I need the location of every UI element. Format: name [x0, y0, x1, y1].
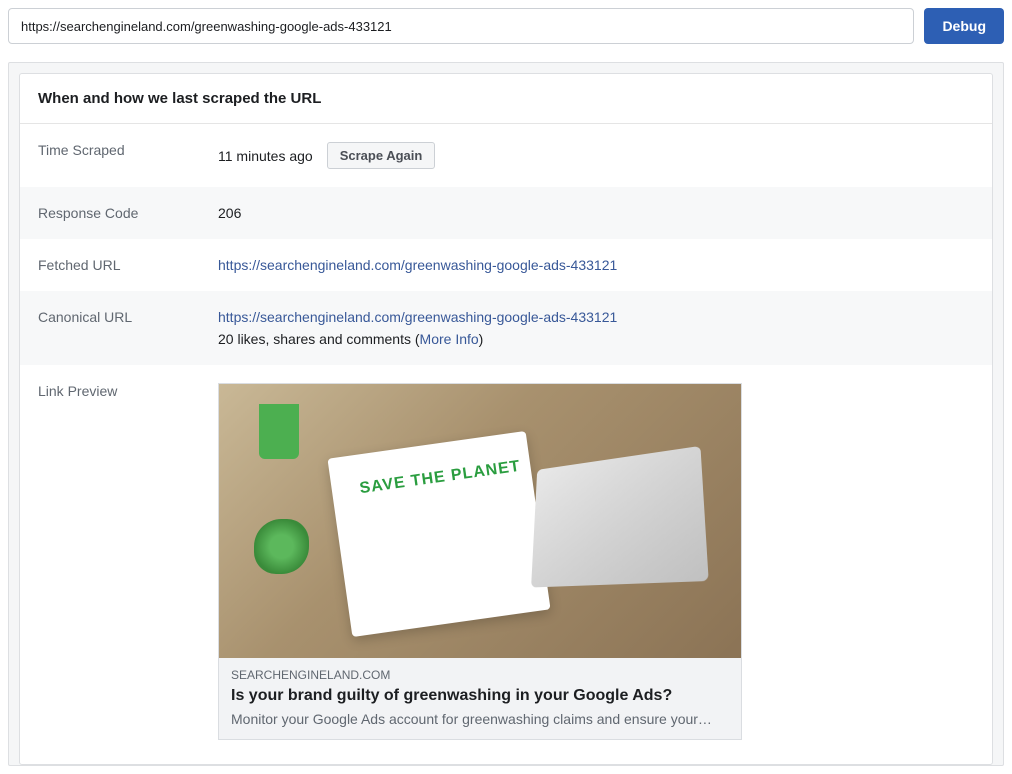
value-time-scraped: 11 minutes ago [218, 148, 313, 164]
link-preview-card[interactable]: SAVE THE PLANET SEARCHENGINELAND.COM Is … [218, 383, 742, 740]
label-link-preview: Link Preview [38, 383, 218, 399]
label-response-code: Response Code [38, 205, 218, 221]
row-link-preview: Link Preview SAVE THE PLANET SEARCHENGIN… [20, 365, 992, 764]
results-panel: When and how we last scraped the URL Tim… [8, 62, 1004, 766]
canonical-url-link[interactable]: https://searchengineland.com/greenwashin… [218, 309, 617, 325]
row-response-code: Response Code 206 [20, 187, 992, 239]
top-bar: Debug [8, 8, 1004, 44]
debug-button[interactable]: Debug [924, 8, 1004, 44]
preview-image: SAVE THE PLANET [219, 384, 742, 658]
label-time-scraped: Time Scraped [38, 142, 218, 158]
decor-cup [259, 404, 299, 459]
row-fetched-url: Fetched URL https://searchengineland.com… [20, 239, 992, 291]
fetched-url-link[interactable]: https://searchengineland.com/greenwashin… [218, 257, 617, 273]
preview-body: SEARCHENGINELAND.COM Is your brand guilt… [219, 658, 741, 739]
preview-description: Monitor your Google Ads account for gree… [231, 711, 729, 727]
url-input[interactable] [8, 8, 914, 44]
preview-image-text: SAVE THE PLANET [359, 458, 522, 498]
value-response-code: 206 [218, 205, 974, 221]
canonical-meta-suffix: ) [479, 331, 484, 347]
scrape-again-button[interactable]: Scrape Again [327, 142, 436, 169]
more-info-link[interactable]: More Info [420, 331, 479, 347]
label-fetched-url: Fetched URL [38, 257, 218, 273]
preview-title: Is your brand guilty of greenwashing in … [231, 686, 729, 707]
decor-plant [254, 519, 309, 574]
canonical-meta: 20 likes, shares and comments (More Info… [218, 331, 974, 347]
label-canonical-url: Canonical URL [38, 309, 218, 325]
card-header: When and how we last scraped the URL [20, 74, 992, 124]
row-canonical-url: Canonical URL https://searchengineland.c… [20, 291, 992, 365]
canonical-meta-text: 20 likes, shares and comments ( [218, 331, 420, 347]
scrape-card: When and how we last scraped the URL Tim… [19, 73, 993, 765]
preview-domain: SEARCHENGINELAND.COM [231, 668, 729, 682]
row-time-scraped: Time Scraped 11 minutes ago Scrape Again [20, 124, 992, 187]
